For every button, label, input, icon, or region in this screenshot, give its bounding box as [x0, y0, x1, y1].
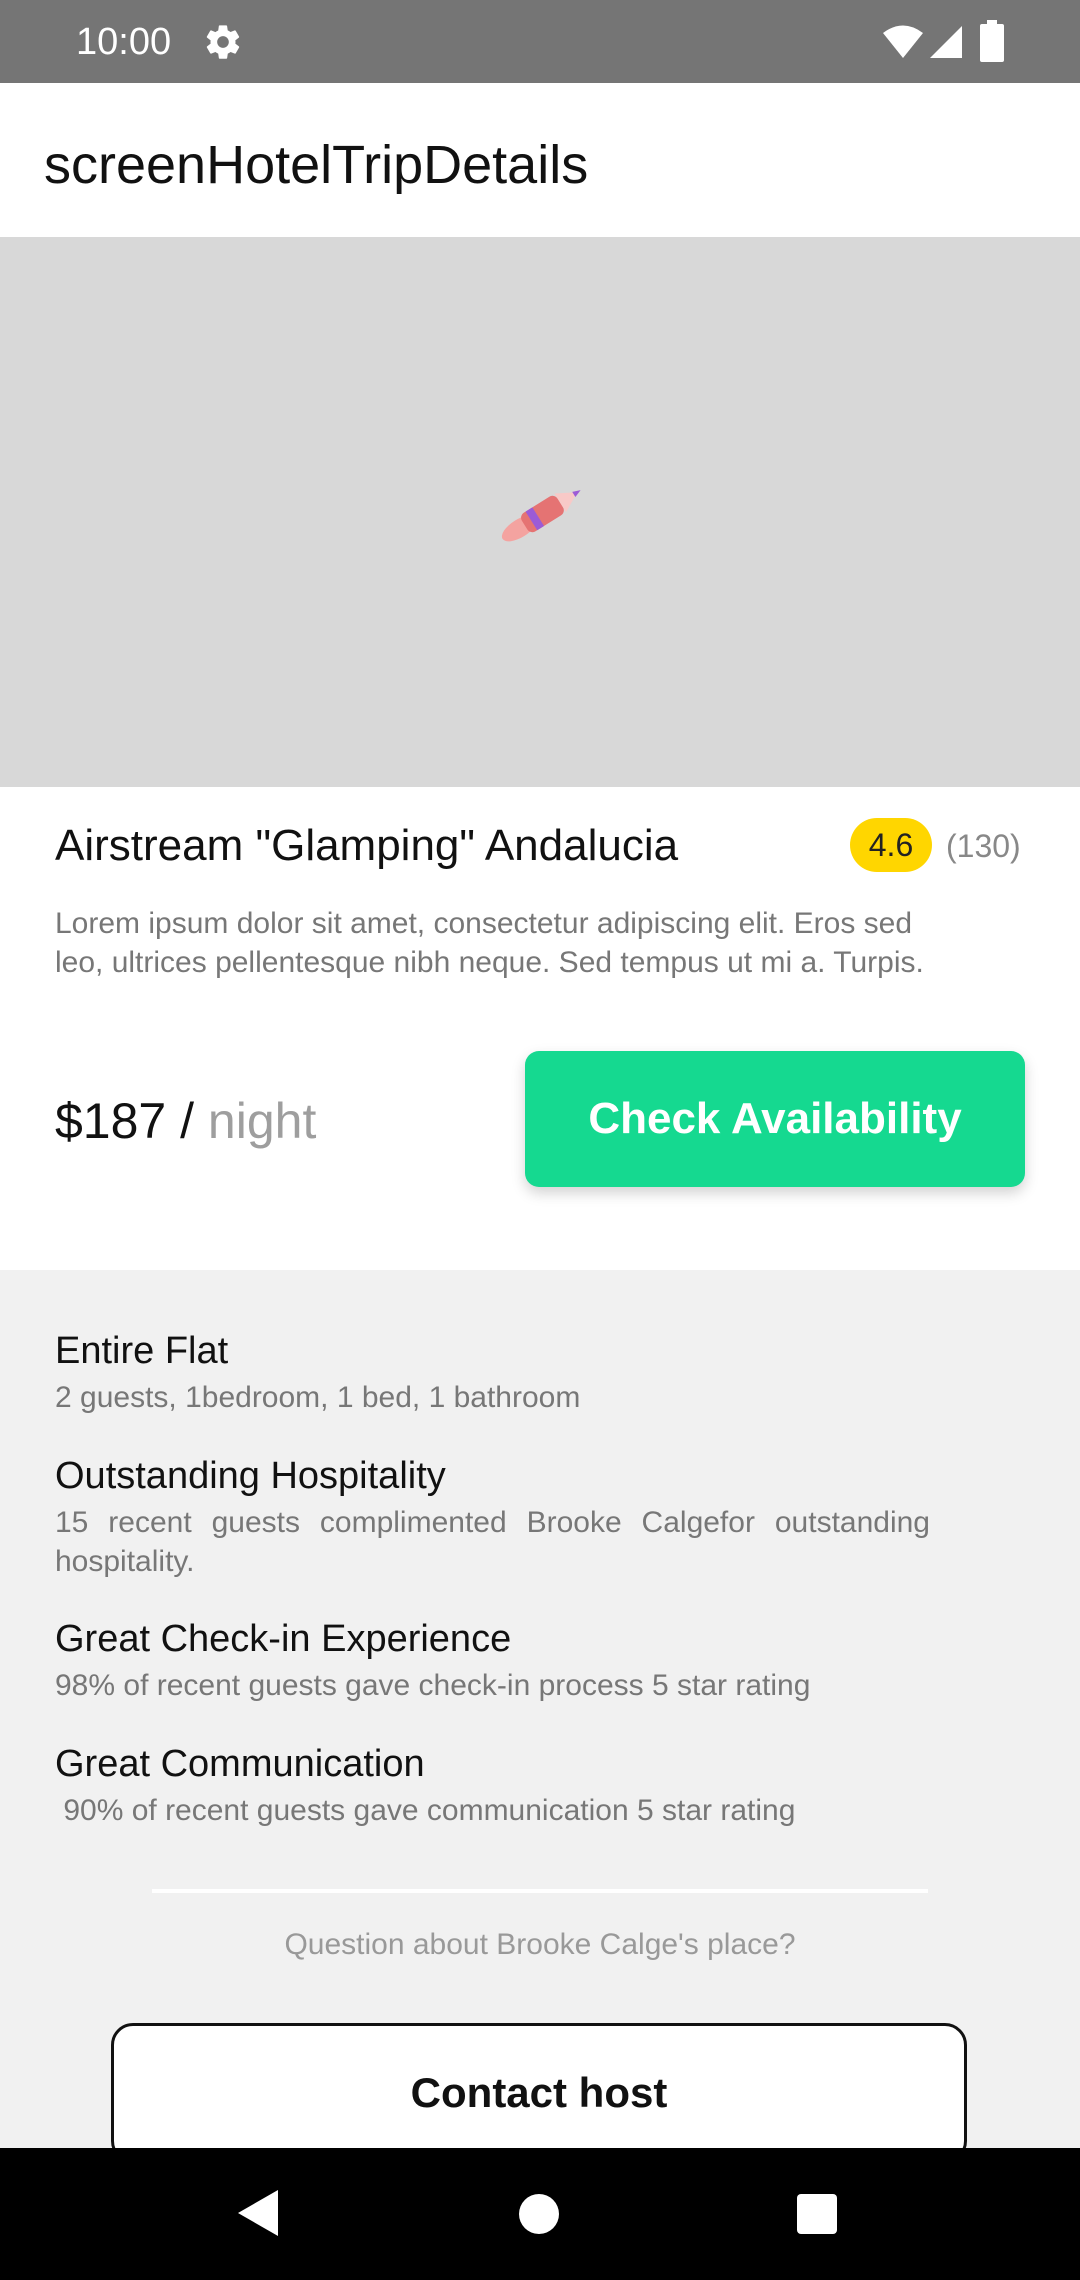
features-section: Entire Flat 2 guests, 1bedroom, 1 bed, 1… [0, 1270, 1080, 2163]
hero-image [0, 237, 1080, 787]
feature-title: Great Check-in Experience [55, 1618, 512, 1660]
status-bar: 10:00 [0, 0, 1080, 83]
listing-description: Lorem ipsum dolor sit amet, consectetur … [55, 907, 924, 979]
status-time: 10:00 [76, 21, 172, 63]
page-title: screenHotelTripDetails [44, 135, 589, 195]
feature-title: Outstanding Hospitality [55, 1455, 446, 1497]
home-icon[interactable] [519, 2194, 559, 2234]
feature-description: 15 recent guests complimented Brooke Cal… [55, 1506, 930, 1578]
rating-badge: 4.6 [850, 818, 932, 872]
recent-apps-icon[interactable] [797, 2194, 837, 2234]
price-unit: night [207, 1093, 317, 1149]
battery-icon [980, 20, 1004, 62]
contact-host-button[interactable]: Contact host [111, 2023, 967, 2163]
feature-item: Great Communication 90% of recent guests… [55, 1741, 930, 1830]
check-availability-button[interactable]: Check Availability [525, 1051, 1025, 1187]
feature-description: 98% of recent guests gave check-in proce… [55, 1669, 811, 1702]
listing-title: Airstream "Glamping" Andalucia [55, 821, 679, 870]
host-question: Question about Brooke Calge's place? [284, 1928, 796, 1961]
gear-icon [206, 25, 240, 59]
feature-item: Great Check-in Experience 98% of recent … [55, 1616, 930, 1705]
feature-description: 2 guests, 1bedroom, 1 bed, 1 bathroom [55, 1381, 581, 1414]
feature-title: Entire Flat [55, 1330, 229, 1372]
feature-title: Great Communication [55, 1743, 425, 1785]
divider [152, 1889, 928, 1893]
app-bar: screenHotelTripDetails [0, 83, 1080, 237]
price-amount: $187 / [55, 1093, 208, 1149]
feature-item: Entire Flat 2 guests, 1bedroom, 1 bed, 1… [55, 1328, 930, 1417]
feature-description: 90% of recent guests gave communication … [55, 1794, 796, 1827]
rocket-icon [501, 490, 581, 542]
feature-item: Outstanding Hospitality 15 recent guests… [55, 1453, 930, 1581]
wifi-icon [883, 25, 923, 58]
price: $187 / night [55, 1092, 316, 1150]
navigation-bar [0, 2148, 1080, 2280]
review-count: (130) [946, 828, 1021, 864]
signal-icon [930, 26, 962, 58]
back-icon[interactable] [236, 2188, 280, 2238]
